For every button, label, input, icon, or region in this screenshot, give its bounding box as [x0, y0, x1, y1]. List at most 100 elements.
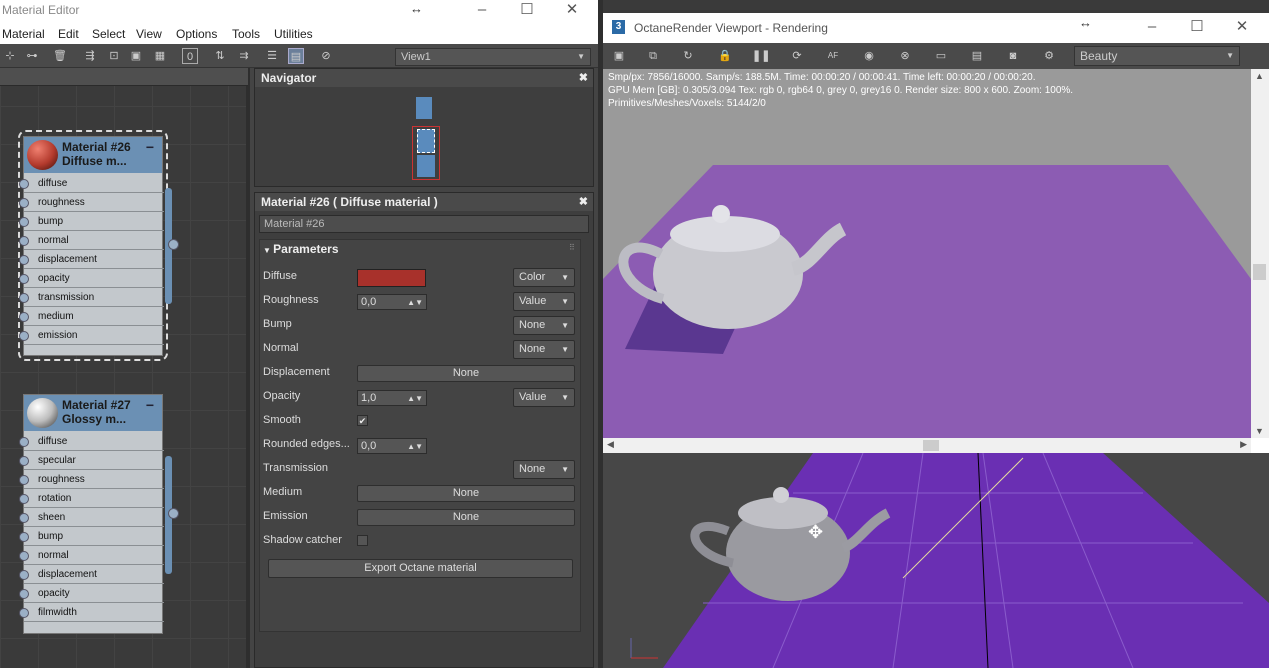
opacity-mode-dropdown[interactable]: Value ▼: [513, 388, 575, 407]
input-socket[interactable]: [19, 274, 29, 284]
menu-options[interactable]: Options: [176, 27, 217, 41]
input-socket[interactable]: [19, 551, 29, 561]
node-slot-diffuse[interactable]: diffuse: [19, 433, 164, 451]
diffuse-mode-dropdown[interactable]: Color ▼: [513, 268, 575, 287]
input-socket[interactable]: [19, 331, 29, 341]
close-icon[interactable]: ✖: [579, 69, 588, 87]
spinner-arrows-icon[interactable]: ▲▼: [407, 439, 423, 454]
vertical-scrollbar[interactable]: ▲ ▼: [1251, 69, 1269, 438]
input-socket[interactable]: [19, 513, 29, 523]
roughness-spinner[interactable]: 0,0 ▲▼: [357, 294, 427, 310]
node-slot-rotation[interactable]: rotation: [19, 490, 164, 508]
node-slot-transmission[interactable]: transmission: [19, 289, 164, 307]
input-socket[interactable]: [19, 532, 29, 542]
horizontal-scrollbar[interactable]: ◀ ▶: [603, 438, 1251, 453]
max-perspective-viewport[interactable]: ✥: [603, 453, 1269, 668]
scroll-thumb[interactable]: [923, 440, 939, 451]
node-slot-specular[interactable]: specular: [19, 452, 164, 470]
node-slot-diffuse[interactable]: diffuse: [19, 175, 164, 193]
node-slot-roughness[interactable]: roughness: [19, 194, 164, 212]
node-slot-displacement[interactable]: displacement: [19, 566, 164, 584]
input-socket[interactable]: [19, 608, 29, 618]
camera-icon[interactable]: ◙: [1005, 48, 1021, 64]
node-slot-opacity[interactable]: opacity: [19, 270, 164, 288]
node-slot-sheen[interactable]: sheen: [19, 509, 164, 527]
minimize-button[interactable]: –: [460, 0, 504, 22]
lock-icon[interactable]: ⊡: [106, 48, 122, 64]
transmission-mode-dropdown[interactable]: None ▼: [513, 460, 575, 479]
input-socket[interactable]: [19, 198, 29, 208]
minimize-button[interactable]: –: [1130, 17, 1174, 39]
node-slot-emission[interactable]: emission: [19, 327, 164, 345]
minimize-node-icon[interactable]: −: [146, 397, 154, 413]
navigator-toggle-icon[interactable]: ▤: [288, 48, 304, 64]
menu-utilities[interactable]: Utilities: [274, 27, 313, 41]
lock-icon[interactable]: 🔒: [717, 48, 733, 64]
scroll-thumb[interactable]: [1253, 264, 1266, 280]
node-slot-filmwidth[interactable]: filmwidth: [19, 604, 164, 622]
emission-map-button[interactable]: None: [357, 509, 575, 526]
show-shaded-icon[interactable]: ▣: [128, 48, 144, 64]
film-icon[interactable]: ▤: [969, 48, 985, 64]
scroll-down-icon[interactable]: ▼: [1255, 426, 1264, 436]
restart-render-icon[interactable]: ↻: [680, 48, 696, 64]
node-slot-normal[interactable]: normal: [19, 547, 164, 565]
menu-select[interactable]: Select: [92, 27, 125, 41]
shadow-catcher-checkbox[interactable]: [357, 535, 368, 546]
node-slot-bump[interactable]: bump: [19, 213, 164, 231]
smooth-checkbox[interactable]: ✔: [357, 415, 368, 426]
params-icon[interactable]: ☰: [264, 48, 280, 64]
close-button[interactable]: ✕: [1220, 17, 1264, 39]
input-socket[interactable]: [19, 437, 29, 447]
material-name-field[interactable]: Material #26: [259, 215, 589, 233]
input-socket[interactable]: [19, 312, 29, 322]
opacity-spinner[interactable]: 1,0 ▲▼: [357, 390, 427, 406]
delete-icon[interactable]: 🗑: [52, 48, 68, 64]
layout-all-icon[interactable]: ⇅: [212, 48, 228, 64]
scroll-left-icon[interactable]: ◀: [607, 439, 614, 450]
input-socket[interactable]: [19, 236, 29, 246]
material-node-27[interactable]: Material #27 Glossy m... − diffuse specula…: [19, 394, 164, 634]
material-node-26[interactable]: Material #26 Diffuse m... − diffuse roughn…: [19, 136, 164, 356]
displacement-map-button[interactable]: None: [357, 365, 575, 382]
material-picker-icon[interactable]: ◉: [861, 48, 877, 64]
input-socket[interactable]: [19, 293, 29, 303]
pause-icon[interactable]: ❚❚: [752, 48, 770, 64]
bump-mode-dropdown[interactable]: None ▼: [513, 316, 575, 335]
render-view[interactable]: Smp/px: 7856/16000. Samp/s: 188.5M. Time…: [603, 69, 1251, 438]
checker-icon[interactable]: ▦: [152, 48, 168, 64]
normal-mode-dropdown[interactable]: None ▼: [513, 340, 575, 359]
scroll-up-icon[interactable]: ▲: [1255, 71, 1264, 81]
node-slot-displacement[interactable]: displacement: [19, 251, 164, 269]
drag-handle-icon[interactable]: ⠿: [569, 243, 575, 252]
export-octane-material-button[interactable]: Export Octane material: [268, 559, 573, 578]
node-header[interactable]: Material #27 Glossy m... −: [24, 395, 162, 431]
maximize-button[interactable]: ☐: [1175, 17, 1219, 39]
refresh-icon[interactable]: ⟳: [789, 48, 805, 64]
render-pass-select[interactable]: Beauty ▼: [1074, 46, 1240, 66]
focus-picker-icon[interactable]: AF: [825, 48, 841, 64]
layout-children-icon[interactable]: ⇉: [236, 48, 252, 64]
input-socket[interactable]: [19, 456, 29, 466]
node-header[interactable]: Material #26 Diffuse m... −: [24, 137, 162, 173]
input-socket[interactable]: [19, 570, 29, 580]
roughness-mode-dropdown[interactable]: Value ▼: [513, 292, 575, 311]
diffuse-color-swatch[interactable]: [357, 269, 426, 287]
menu-view[interactable]: View: [136, 27, 162, 41]
minimize-node-icon[interactable]: −: [146, 139, 154, 155]
spinner-arrows-icon[interactable]: ▲▼: [407, 295, 423, 310]
settings-gear-icon[interactable]: ⚙: [1041, 48, 1057, 64]
close-button[interactable]: ✕: [550, 0, 594, 22]
spinner-arrows-icon[interactable]: ▲▼: [407, 391, 423, 406]
node-slot-normal[interactable]: normal: [19, 232, 164, 250]
input-socket[interactable]: [19, 255, 29, 265]
input-socket[interactable]: [19, 589, 29, 599]
input-socket[interactable]: [19, 475, 29, 485]
copy-icon[interactable]: ⧉: [645, 48, 661, 64]
menu-material[interactable]: Material: [2, 27, 45, 41]
node-slot-opacity[interactable]: opacity: [19, 585, 164, 603]
menu-edit[interactable]: Edit: [58, 27, 79, 41]
input-socket[interactable]: [19, 179, 29, 189]
maximize-button[interactable]: ☐: [505, 0, 549, 22]
input-socket[interactable]: [19, 217, 29, 227]
